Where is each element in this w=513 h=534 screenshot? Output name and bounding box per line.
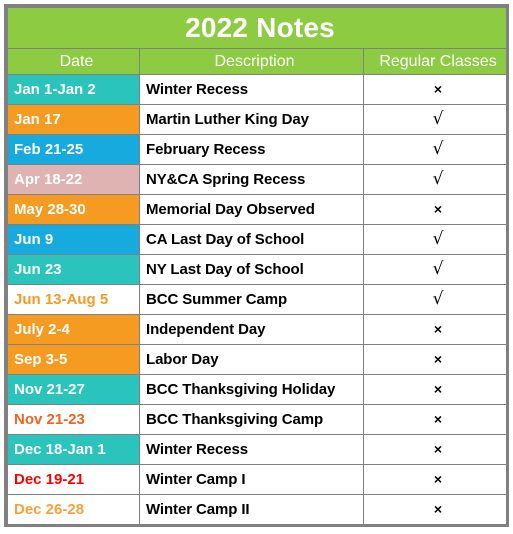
table-row: Nov 21-23 BCC Thanksgiving Camp ×	[7, 404, 508, 435]
cell-regular-classes: √	[362, 134, 508, 165]
table-row: Jun 13-Aug 5 BCC Summer Camp √	[7, 284, 508, 315]
cell-date: Dec 19-21	[7, 464, 140, 495]
cell-regular-classes: ×	[362, 404, 508, 435]
cell-regular-classes: √	[362, 164, 508, 195]
notes-table: 2022 Notes Date Description Regular Clas…	[6, 7, 508, 525]
cross-mark-icon: ×	[433, 500, 443, 517]
table-row: May 28-30 Memorial Day Observed ×	[7, 194, 508, 225]
cross-mark-icon: ×	[433, 470, 443, 487]
table-row: Dec 26-28 Winter Camp II ×	[7, 494, 508, 525]
cell-description: Winter Camp II	[139, 494, 364, 525]
cross-mark-icon: ×	[433, 440, 443, 457]
cell-description: BCC Thanksgiving Holiday	[139, 374, 364, 405]
cell-date: Nov 21-27	[7, 374, 140, 405]
cell-date: Jan 1-Jan 2	[7, 74, 140, 105]
cell-description: NY&CA Spring Recess	[139, 164, 364, 195]
cross-mark-icon: ×	[433, 80, 443, 97]
cell-date: Sep 3-5	[7, 344, 140, 375]
notes-table-sheet: 2022 Notes Date Description Regular Clas…	[4, 4, 509, 527]
cell-regular-classes: ×	[362, 194, 508, 225]
table-row: Jan 1-Jan 2 Winter Recess ×	[7, 74, 508, 105]
cell-regular-classes: ×	[362, 344, 508, 375]
title-row: 2022 Notes	[6, 7, 508, 49]
cell-date: Jan 17	[7, 104, 140, 135]
table-row: Nov 21-27 BCC Thanksgiving Holiday ×	[7, 374, 508, 405]
table-row: Apr 18-22 NY&CA Spring Recess √	[7, 164, 508, 195]
cross-mark-icon: ×	[433, 410, 443, 427]
table-row: Feb 21-25 February Recess √	[7, 134, 508, 165]
cell-date: Dec 18-Jan 1	[7, 434, 140, 465]
cell-description: Winter Recess	[139, 74, 364, 105]
check-mark-icon: √	[432, 288, 444, 309]
cell-description: Winter Camp I	[139, 464, 364, 495]
cell-regular-classes: √	[362, 284, 508, 315]
cross-mark-icon: ×	[433, 380, 443, 397]
cross-mark-icon: ×	[433, 200, 443, 217]
check-mark-icon: √	[432, 258, 444, 279]
column-header-date: Date	[7, 48, 140, 75]
column-header-regular-classes: Regular Classes	[362, 48, 508, 75]
page-title: 2022 Notes	[6, 7, 508, 49]
cell-regular-classes: √	[362, 224, 508, 255]
notes-table-body: 2022 Notes Date Description Regular Clas…	[6, 7, 508, 525]
cell-regular-classes: ×	[362, 464, 508, 495]
table-row: Dec 19-21 Winter Camp I ×	[7, 464, 508, 495]
cross-mark-icon: ×	[433, 350, 443, 367]
table-row: Sep 3-5 Labor Day ×	[7, 344, 508, 375]
cell-date: Jun 9	[7, 224, 140, 255]
check-mark-icon: √	[432, 228, 444, 249]
cell-regular-classes: ×	[362, 434, 508, 465]
column-header-description: Description	[139, 48, 364, 75]
check-mark-icon: √	[432, 168, 444, 189]
column-header-row: Date Description Regular Classes	[7, 48, 508, 75]
cell-date: Nov 21-23	[7, 404, 140, 435]
cross-mark-icon: ×	[433, 320, 443, 337]
cell-date: Jun 23	[7, 254, 140, 285]
table-row: July 2-4 Independent Day ×	[7, 314, 508, 345]
cell-regular-classes: ×	[362, 374, 508, 405]
cell-description: Memorial Day Observed	[139, 194, 364, 225]
table-row: Dec 18-Jan 1 Winter Recess ×	[7, 434, 508, 465]
cell-date: Apr 18-22	[7, 164, 140, 195]
table-row: Jun 23 NY Last Day of School √	[7, 254, 508, 285]
cell-description: Martin Luther King Day	[139, 104, 364, 135]
cell-description: Independent Day	[139, 314, 364, 345]
cell-regular-classes: ×	[362, 74, 508, 105]
cell-description: CA Last Day of School	[139, 224, 364, 255]
check-mark-icon: √	[432, 138, 444, 159]
check-mark-icon: √	[432, 108, 444, 129]
cell-description: Winter Recess	[139, 434, 364, 465]
cell-regular-classes: ×	[362, 494, 508, 525]
cell-description: BCC Summer Camp	[139, 284, 364, 315]
cell-date: Jun 13-Aug 5	[7, 284, 140, 315]
cell-description: BCC Thanksgiving Camp	[139, 404, 364, 435]
cell-description: NY Last Day of School	[139, 254, 364, 285]
cell-description: Labor Day	[139, 344, 364, 375]
cell-date: Dec 26-28	[7, 494, 140, 525]
cell-date: July 2-4	[7, 314, 140, 345]
table-row: Jun 9 CA Last Day of School √	[7, 224, 508, 255]
cell-regular-classes: √	[362, 254, 508, 285]
cell-regular-classes: ×	[362, 314, 508, 345]
cell-description: February Recess	[139, 134, 364, 165]
cell-date: Feb 21-25	[7, 134, 140, 165]
cell-regular-classes: √	[362, 104, 508, 135]
cell-date: May 28-30	[7, 194, 140, 225]
table-row: Jan 17 Martin Luther King Day √	[7, 104, 508, 135]
